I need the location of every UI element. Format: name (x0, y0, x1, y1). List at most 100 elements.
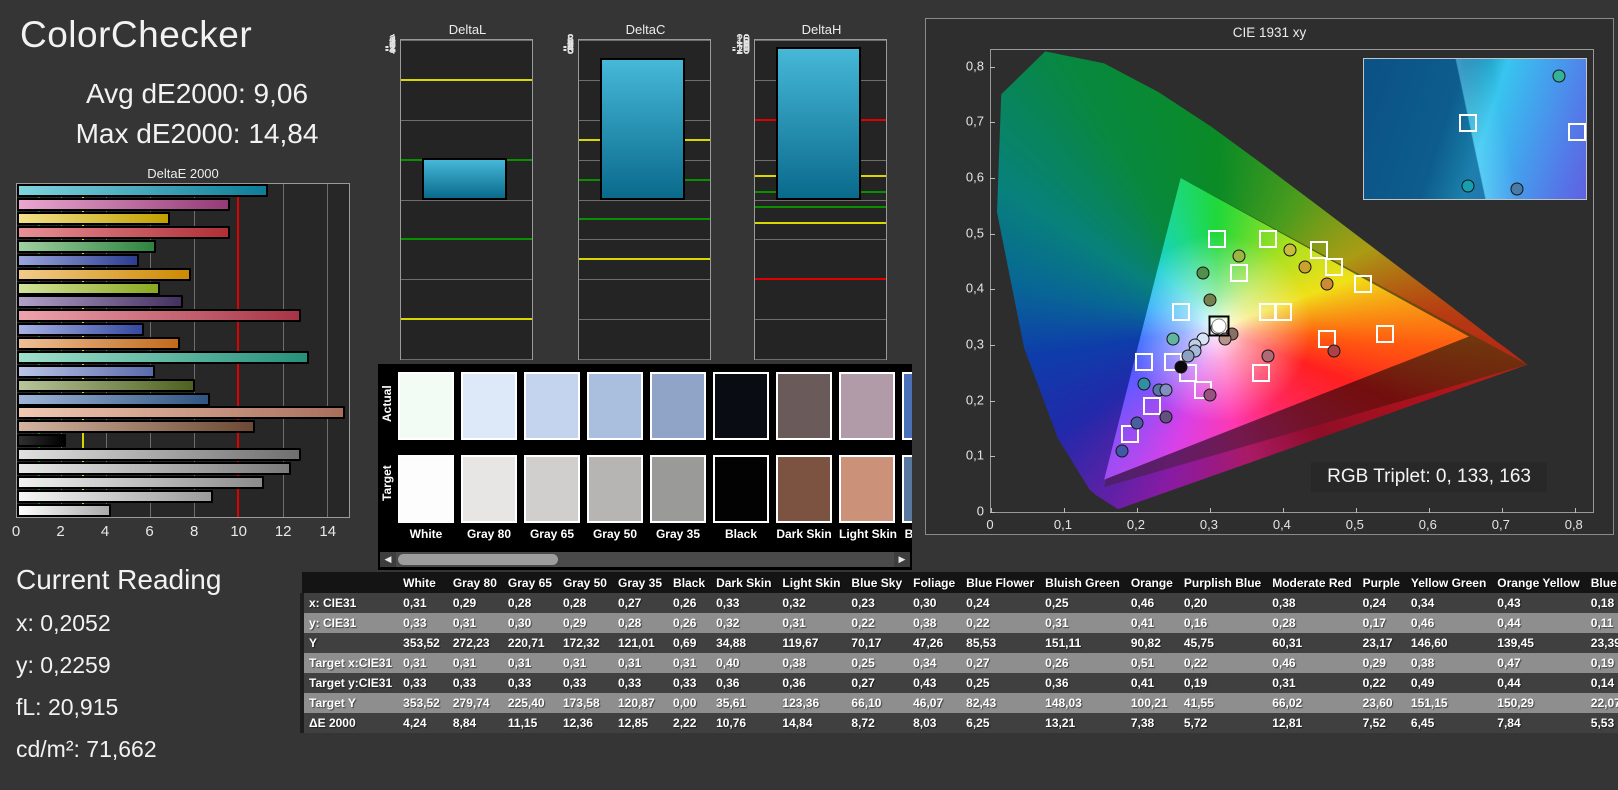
rgb-triplet-readout: RGB Triplet: 0, 133, 163 (1311, 462, 1547, 492)
target-swatch[interactable] (650, 455, 706, 523)
table-cell: 0,19 (1179, 673, 1267, 693)
actual-swatch[interactable] (524, 372, 580, 440)
cie-y-tick (990, 345, 995, 346)
cie-y-tick-label: 0,4 (950, 281, 984, 296)
table-row[interactable]: Target x:CIE310,310,310,310,310,310,310,… (302, 653, 1618, 673)
target-swatch[interactable] (713, 455, 769, 523)
actual-swatch[interactable] (398, 372, 454, 440)
table-cell: 0,31 (613, 653, 668, 673)
table-cell: 0,25 (1040, 593, 1126, 613)
reference-line (579, 258, 710, 260)
actual-swatch[interactable] (839, 372, 895, 440)
table-cell: 7,84 (1492, 713, 1585, 733)
cie-y-tick-label: 0,8 (950, 58, 984, 73)
gridline (755, 319, 886, 320)
de-bar-light-skin (17, 406, 345, 419)
deltaL-chart: DeltaL43210-1-2-3-4 (375, 22, 535, 370)
target-swatch[interactable] (839, 455, 895, 523)
table-cell: 0,28 (613, 613, 668, 633)
de-bar-blue (17, 254, 139, 267)
scroll-left-icon[interactable]: ◀ (380, 552, 396, 567)
table-cell: 279,74 (448, 693, 503, 713)
current-reading-title: Current Reading (16, 564, 221, 596)
current-reading-line: cd/m²: 71,662 (16, 736, 157, 763)
table-cell: 0,44 (1492, 673, 1585, 693)
table-cell: 0,36 (1040, 673, 1126, 693)
target-swatch[interactable] (902, 455, 912, 523)
table-header-row: WhiteGray 80Gray 65Gray 50Gray 35BlackDa… (302, 572, 1618, 593)
actual-swatch[interactable] (650, 372, 706, 440)
table-cell: 66,02 (1267, 693, 1357, 713)
target-swatch[interactable] (398, 455, 454, 523)
table-row[interactable]: y: CIE310,330,310,300,290,280,260,320,31… (302, 613, 1618, 633)
gridline (579, 40, 710, 41)
measured-point-foliage (1203, 294, 1216, 307)
table-cell: 0,44 (1492, 613, 1585, 633)
table-cell: 0,33 (711, 593, 777, 613)
table-cell: 0,32 (711, 613, 777, 633)
table-cell: 0,00 (668, 693, 711, 713)
measured-point-cyan (1138, 377, 1151, 390)
table-cell: 120,87 (613, 693, 668, 713)
table-row[interactable]: Y353,52272,23220,71172,32121,010,6934,88… (302, 633, 1618, 653)
gridline (579, 239, 710, 240)
table-row[interactable]: ΔE 20004,248,8411,1512,3612,852,2210,761… (302, 713, 1618, 733)
swatch-label: Blue Sky (902, 527, 912, 541)
table-row[interactable]: Target y:CIE310,330,330,330,330,330,330,… (302, 673, 1618, 693)
table-row[interactable]: Target Y353,52279,74225,40173,58120,870,… (302, 693, 1618, 713)
swatch-label: Gray 80 (461, 527, 517, 541)
table-cell: 119,67 (777, 633, 846, 653)
table-cell: 148,03 (1040, 693, 1126, 713)
target-swatch[interactable] (587, 455, 643, 523)
actual-swatch[interactable] (776, 372, 832, 440)
table-cell: 121,01 (613, 633, 668, 653)
swatch-scrollbar[interactable]: ◀ ▶ (380, 552, 910, 567)
deltaE2000-chart-title: DeltaE 2000 (14, 166, 352, 181)
table-cell: 0,33 (398, 673, 448, 693)
table-cell: 0,11 (1586, 613, 1618, 633)
x-tick-label: 10 (230, 523, 247, 540)
table-cell: 150,29 (1492, 693, 1585, 713)
table-cell: 23,39 (1586, 633, 1618, 653)
actual-swatch[interactable] (713, 372, 769, 440)
cie-y-tick-label: 0,5 (950, 225, 984, 240)
table-cell: 2,22 (668, 713, 711, 733)
deltaL-chart-title: DeltaL (375, 22, 535, 37)
table-column-header: Moderate Red (1267, 572, 1357, 593)
measured-point-orange (1320, 277, 1333, 290)
swatch-scrollbar-thumb[interactable] (398, 554, 558, 565)
table-cell: 34,88 (711, 633, 777, 653)
target-swatch[interactable] (461, 455, 517, 523)
table-cell: 8,84 (448, 713, 503, 733)
table-cell: 0,31 (558, 653, 613, 673)
cie-y-tick (990, 178, 995, 179)
swatch-scrollbar-track[interactable] (396, 554, 894, 565)
table-cell: 0,29 (558, 613, 613, 633)
cie-x-tick-label: 0,5 (1346, 517, 1364, 532)
target-swatch[interactable] (524, 455, 580, 523)
de-bar-gray-50 (17, 462, 291, 475)
measured-point-yellow (1284, 244, 1297, 257)
measured-point-magenta (1203, 389, 1216, 402)
table-column-header: Yellow Green (1406, 572, 1492, 593)
reference-line (755, 278, 886, 280)
cie-y-tick (990, 456, 995, 457)
swatch-column-gray-80: Gray 80 (461, 364, 517, 541)
table-cell: 0,33 (448, 673, 503, 693)
table-cell: 0,31 (1040, 613, 1126, 633)
scroll-right-icon[interactable]: ▶ (894, 552, 910, 567)
deltaH-plot-area (754, 39, 887, 360)
reference-line (401, 238, 532, 240)
target-swatch[interactable] (776, 455, 832, 523)
actual-swatch[interactable] (461, 372, 517, 440)
actual-swatch[interactable] (587, 372, 643, 440)
table-cell: 22,07 (1586, 693, 1618, 713)
table-column-header: Purplish Blue (1179, 572, 1267, 593)
actual-swatch[interactable] (902, 372, 912, 440)
cie-y-tick-label: 0 (950, 504, 984, 519)
table-cell: 0,23 (846, 593, 908, 613)
table-cell: 0,19 (1586, 653, 1618, 673)
table-row[interactable]: x: CIE310,310,290,280,280,270,260,330,32… (302, 593, 1618, 613)
deltaC-chart: DeltaC86420-2-4-6-8 (553, 22, 713, 370)
table-cell: 0,16 (1179, 613, 1267, 633)
